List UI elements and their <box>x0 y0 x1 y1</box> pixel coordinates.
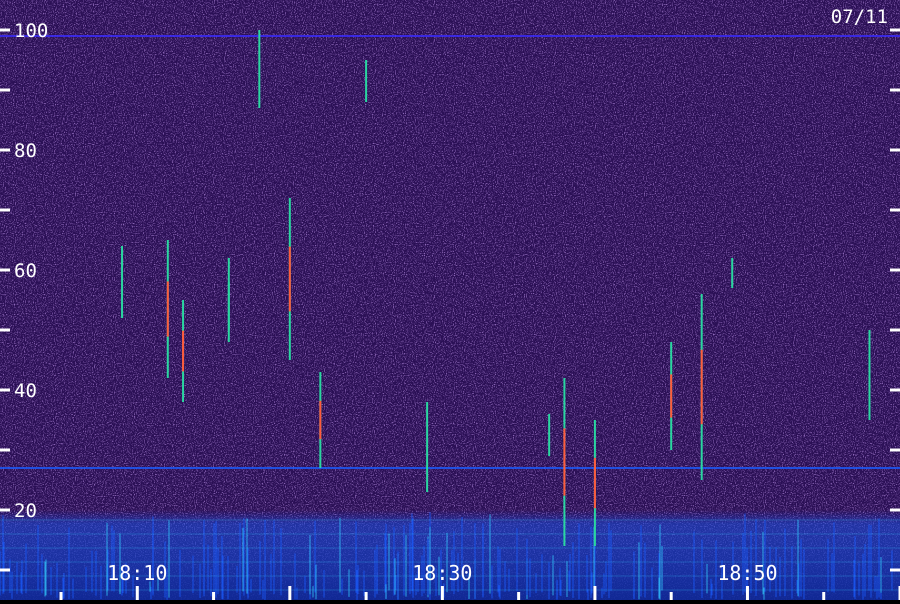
x-tick-label-1: 18:30 <box>412 561 472 585</box>
x-tick-label-2: 18:50 <box>717 561 777 585</box>
date-label: 07/11 <box>831 6 888 28</box>
y-tick-label-60: 60 <box>14 260 37 282</box>
y-tick-label-20: 20 <box>14 500 37 522</box>
y-tick-label-80: 80 <box>14 140 37 162</box>
y-tick-label-40: 40 <box>14 380 37 402</box>
spectrogram-chart: 100 80 60 40 20 18:10 18:30 18:50 07/11 <box>0 0 900 600</box>
x-tick-label-0: 18:10 <box>107 561 167 585</box>
y-tick-label-100: 100 <box>14 20 48 42</box>
spectrogram-svg: 100 80 60 40 20 18:10 18:30 18:50 07/11 <box>0 0 900 600</box>
